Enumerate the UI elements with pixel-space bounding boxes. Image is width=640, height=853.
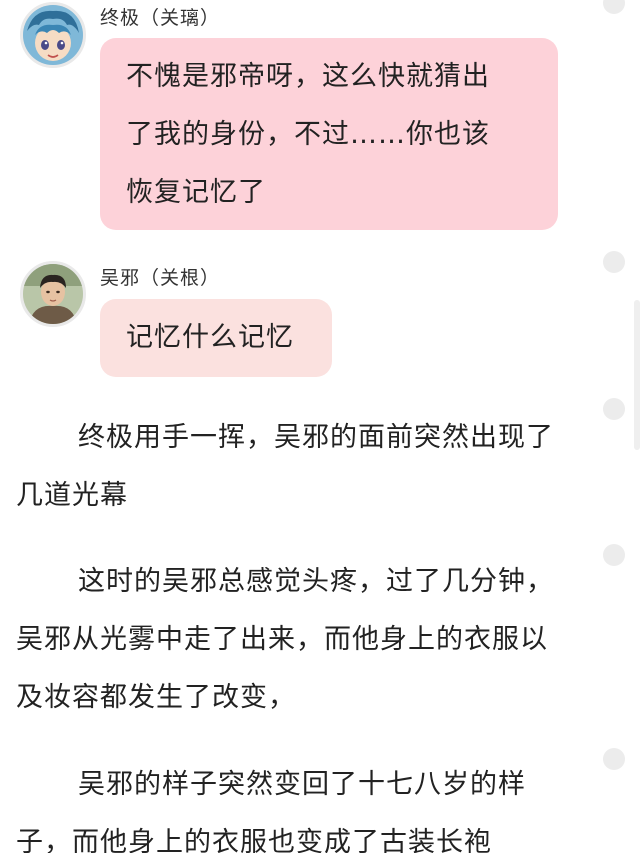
narration-paragraph: 终极用手一挥，吴邪的面前突然出现了 几道光幕 — [16, 409, 606, 525]
paragraph-line: 终极用手一挥，吴邪的面前突然出现了 — [78, 422, 554, 453]
paragraph-line: 子，而他身上的衣服也变成了古装长袍 — [16, 827, 492, 853]
message-line: 不愧是邪帝呀，这么快就猜出 — [126, 61, 490, 92]
young-man-portrait-avatar-icon[interactable] — [20, 261, 86, 327]
narration-paragraph: 吴邪的样子突然变回了十七八岁的样 子，而他身上的衣服也变成了古装长袍 — [16, 756, 606, 853]
comment-dot-icon[interactable] — [603, 251, 625, 273]
message-line: 恢复记忆了 — [126, 177, 266, 208]
message-bubble[interactable]: 记忆什么记忆 — [100, 299, 332, 377]
comment-dot-icon[interactable] — [603, 0, 625, 14]
message-bubble[interactable]: 不愧是邪帝呀，这么快就猜出 了我的身份，不过……你也该 恢复记忆了 — [100, 38, 558, 230]
paragraph-line: 几道光幕 — [16, 480, 128, 511]
narration-paragraph: 这时的吴邪总感觉头疼，过了几分钟， 吴邪从光雾中走了出来，而他身上的衣服以 及妆… — [16, 553, 606, 727]
paragraph-line: 吴邪从光雾中走了出来，而他身上的衣服以 — [16, 624, 548, 655]
comment-dot-icon[interactable] — [603, 748, 625, 770]
sender-name: 吴邪（关根） — [100, 267, 221, 289]
sender-name: 终极（关璃） — [100, 7, 221, 29]
paragraph-line: 吴邪的样子突然变回了十七八岁的样 — [78, 769, 526, 800]
anime-character-avatar-icon[interactable] — [20, 2, 86, 68]
story-chat-page: 终极（关璃） 不愧是邪帝呀，这么快就猜出 了我的身份，不过……你也该 恢复记忆了… — [0, 0, 640, 853]
scrollbar[interactable] — [634, 300, 640, 450]
paragraph-line: 及妆容都发生了改变， — [16, 682, 296, 713]
paragraph-line: 这时的吴邪总感觉头疼，过了几分钟， — [78, 566, 554, 597]
comment-dot-icon[interactable] — [603, 544, 625, 566]
comment-dot-icon[interactable] — [603, 398, 625, 420]
message-line: 了我的身份，不过……你也该 — [126, 119, 490, 150]
